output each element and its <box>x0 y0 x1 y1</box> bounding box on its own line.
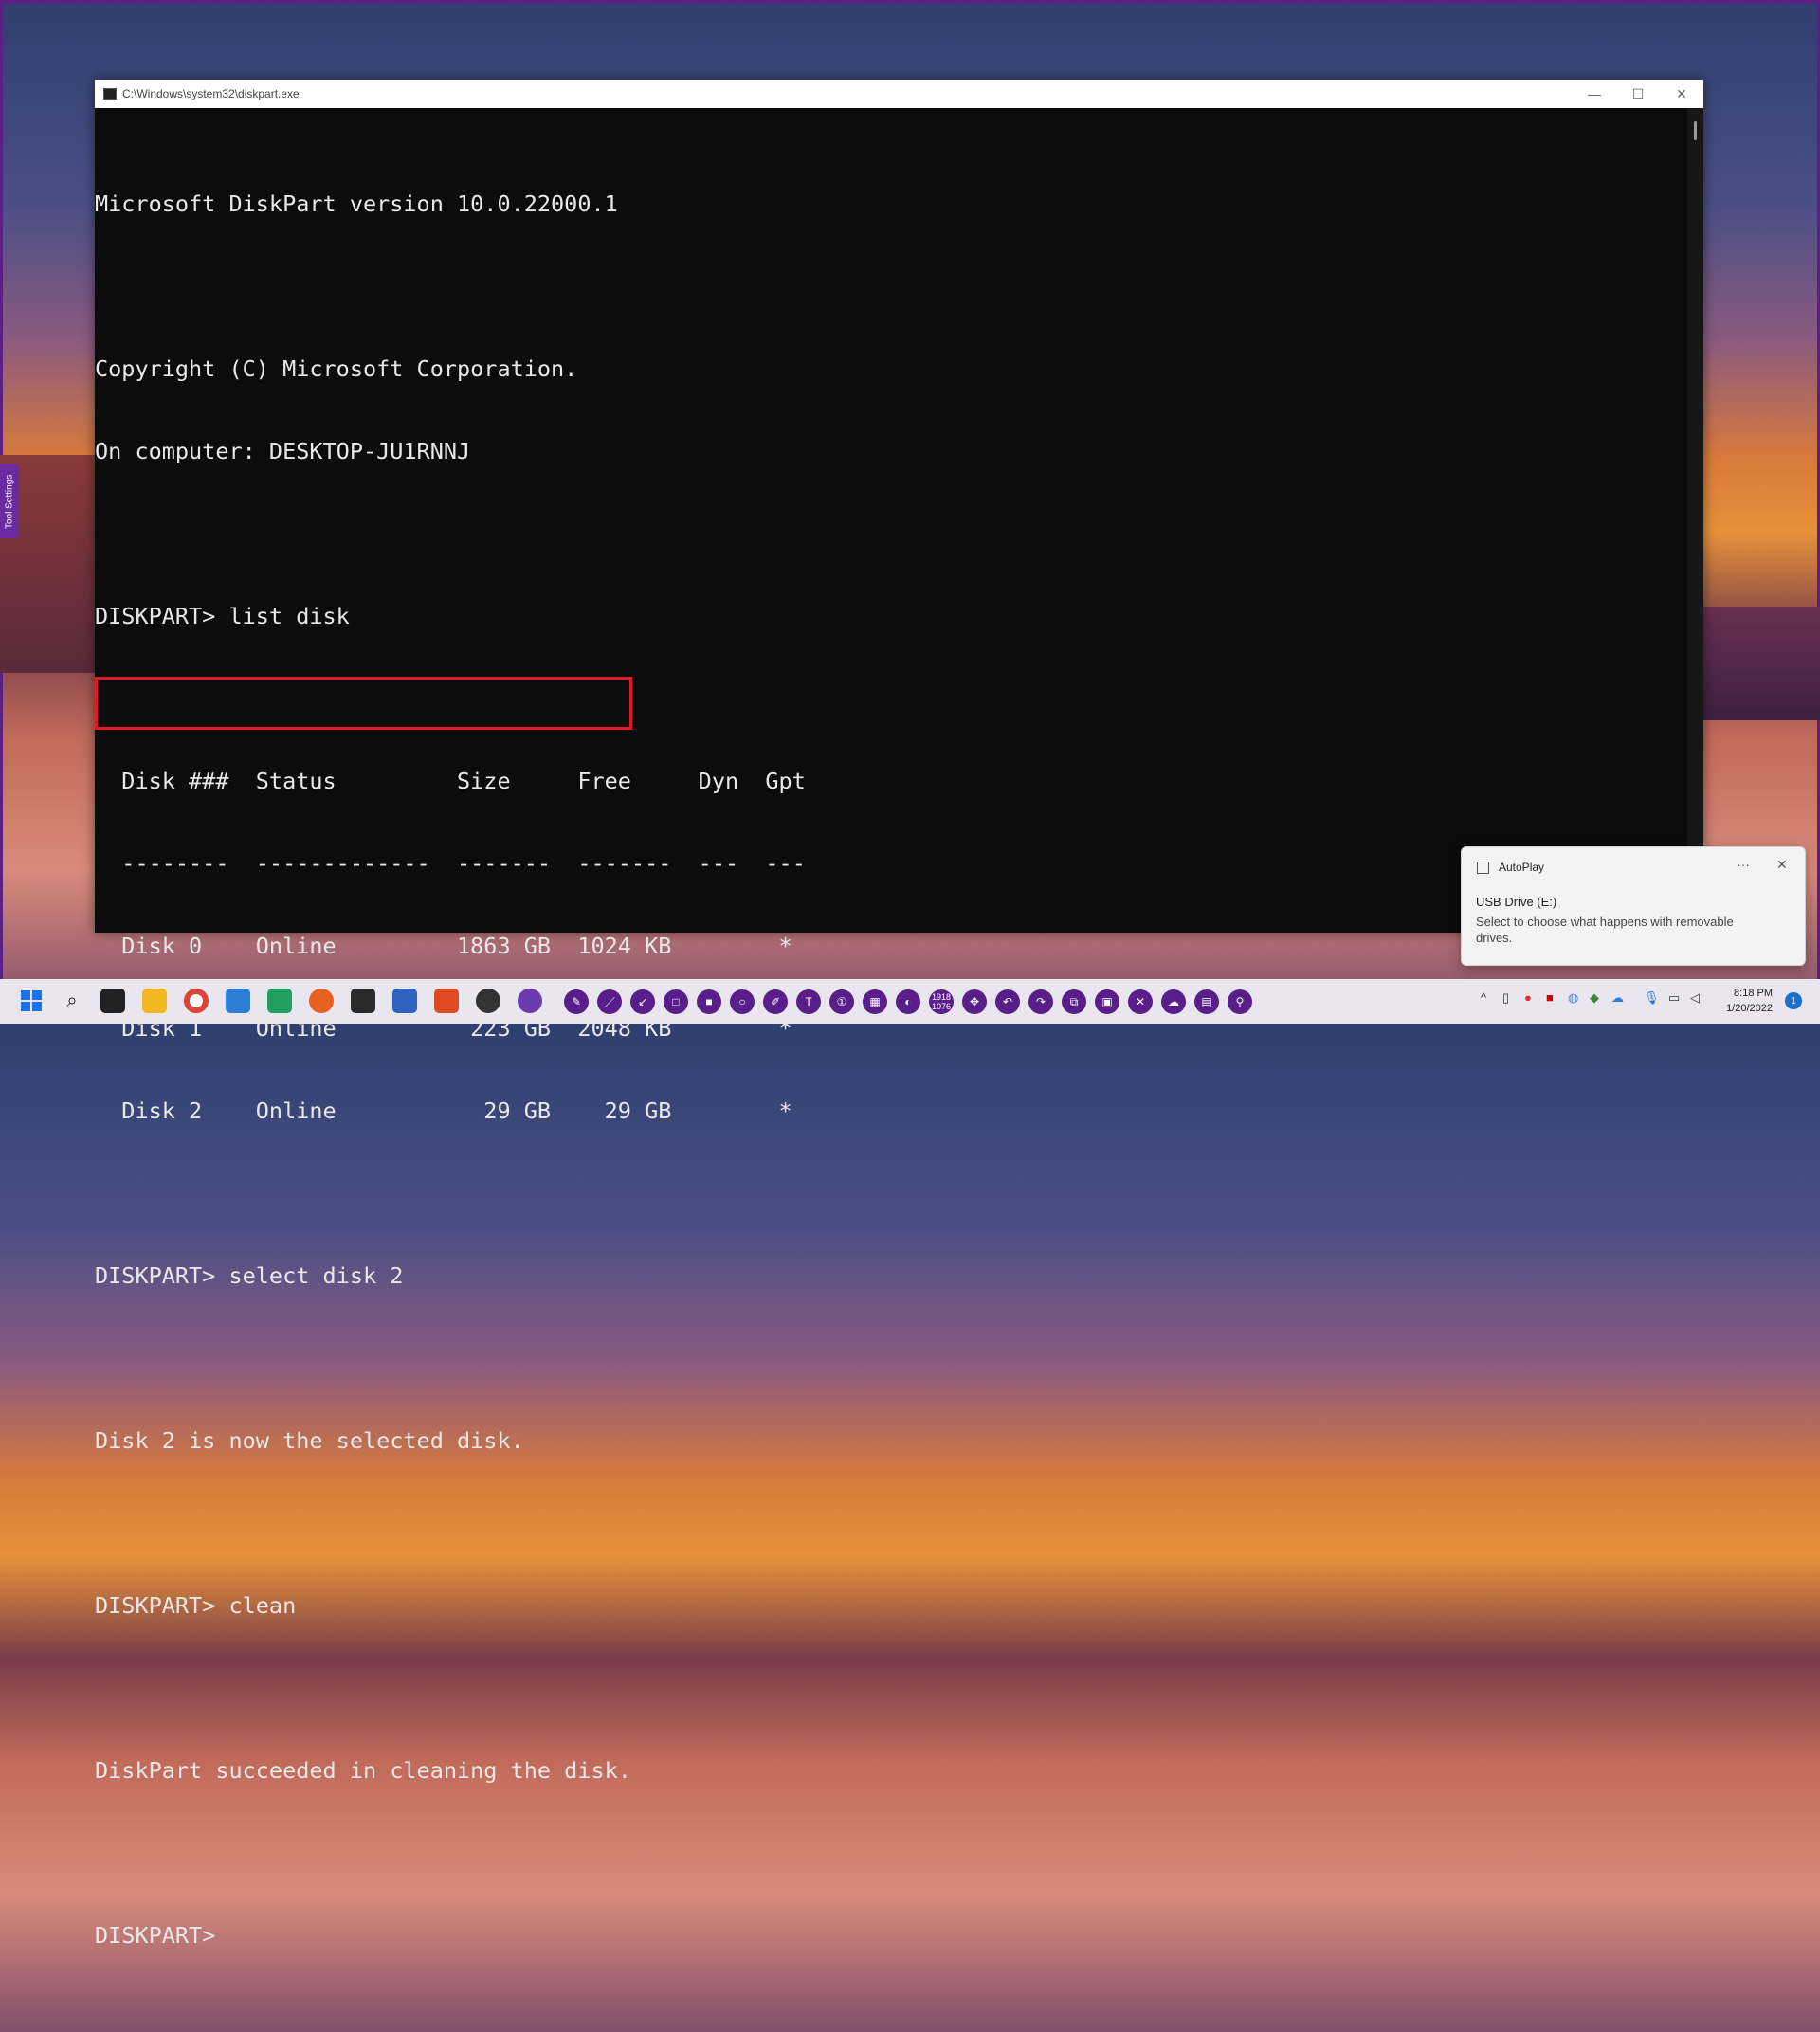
text-tool-icon[interactable]: T <box>796 989 821 1014</box>
counter-tool-icon[interactable]: ① <box>829 989 854 1014</box>
console-line: Disk ### Status Size Free Dyn Gpt <box>95 768 806 794</box>
console-app-icon <box>103 88 117 100</box>
console-line: Disk 0 Online 1863 GB 1024 KB * <box>95 933 792 959</box>
title-bar[interactable]: C:\Windows\system32\diskpart.exe — ☐ ✕ <box>95 80 1703 108</box>
console-prompt[interactable]: DISKPART> <box>95 1922 1687 1950</box>
console-line: DiskPart succeeded in cleaning the disk. <box>95 1757 631 1784</box>
terminal-icon[interactable] <box>351 989 375 1013</box>
more-options-icon[interactable]: ··· <box>1737 857 1750 872</box>
console-line: -------- ------------- ------- ------- -… <box>95 850 806 877</box>
vertical-scrollbar[interactable] <box>1687 108 1703 933</box>
onedrive-icon[interactable]: ☁ <box>1611 990 1624 1006</box>
color-picker-icon[interactable]: ◐ <box>896 989 920 1014</box>
usb-icon[interactable]: ▯ <box>1502 990 1509 1006</box>
undo-icon[interactable]: ↶ <box>995 989 1020 1014</box>
brave-icon[interactable] <box>434 989 459 1013</box>
console-line: DISKPART> clean <box>95 1592 297 1619</box>
clock[interactable]: 8:18 PM 1/20/2022 <box>1718 986 1773 1016</box>
date: 1/20/2022 <box>1726 1003 1773 1014</box>
blur-tool-icon[interactable]: ▦ <box>863 989 887 1014</box>
console-line: On computer: DESKTOP-JU1RNNJ <box>95 438 471 464</box>
network-tray-icon[interactable]: ◍ <box>1568 990 1578 1006</box>
monitor-icon[interactable]: ▭ <box>1668 990 1680 1006</box>
autoplay-notification[interactable]: AutoPlay ··· ✕ USB Drive (E:) Select to … <box>1461 846 1806 966</box>
toast-close-button[interactable]: ✕ <box>1776 857 1788 873</box>
pen-tool-icon[interactable]: ✎ <box>564 989 589 1014</box>
screen-border-top <box>0 0 1820 4</box>
app-tray-icon[interactable]: ● <box>1524 990 1532 1005</box>
upload-icon[interactable]: ☁ <box>1161 989 1186 1014</box>
search-icon[interactable]: ⌕ <box>60 989 84 1013</box>
console-line: Disk 2 is now the selected disk. <box>95 1427 524 1454</box>
redo-icon[interactable]: ↷ <box>1028 989 1053 1014</box>
firefox-icon[interactable] <box>309 989 334 1013</box>
line-tool-icon[interactable]: ／ <box>597 989 622 1014</box>
save-icon[interactable]: ▣ <box>1095 989 1119 1014</box>
arrow-tool-icon[interactable]: ↙ <box>630 989 655 1014</box>
console-output[interactable]: Microsoft DiskPart version 10.0.22000.1 … <box>95 108 1687 1949</box>
notepad-icon[interactable] <box>392 989 417 1013</box>
start-icon[interactable] <box>19 989 44 1013</box>
console-line: Copyright (C) Microsoft Corporation. <box>95 355 578 382</box>
filled-rectangle-tool-icon[interactable]: ■ <box>697 989 721 1014</box>
rectangle-tool-icon[interactable]: □ <box>664 989 688 1014</box>
vscode-icon[interactable] <box>226 989 250 1013</box>
time: 8:18 PM <box>1734 988 1773 999</box>
copy-icon[interactable]: ⧉ <box>1062 989 1086 1014</box>
chevron-up-icon[interactable]: ^ <box>1481 990 1486 1005</box>
maximize-button[interactable]: ☐ <box>1616 80 1660 108</box>
notification-badge[interactable]: 1 <box>1785 992 1802 1009</box>
volume-icon[interactable]: ◁ <box>1690 990 1700 1006</box>
chrome-icon[interactable] <box>184 989 209 1013</box>
file-explorer-icon[interactable] <box>142 989 167 1013</box>
obs-icon[interactable] <box>476 989 500 1013</box>
highlight-box <box>95 677 632 730</box>
toast-body: Select to choose what happens with remov… <box>1476 915 1734 945</box>
move-tool-icon[interactable]: ✥ <box>962 989 987 1014</box>
minimize-button[interactable]: — <box>1573 80 1616 108</box>
taskbar: ⌕ ✎ ／ ↙ □ ■ ○ ✐ T ① ▦ ◐ 1918 1076 ✥ ↶ ↷ … <box>0 979 1820 1024</box>
pin-icon[interactable]: ⚲ <box>1228 989 1252 1014</box>
toast-app-name: AutoPlay <box>1499 861 1545 874</box>
highlighter-tool-icon[interactable]: ✐ <box>763 989 788 1014</box>
github-icon[interactable] <box>518 989 542 1013</box>
cursor-coordinates: 1918 1076 <box>929 989 954 1014</box>
console-line: DISKPART> select disk 2 <box>95 1262 404 1289</box>
scrollbar-thumb[interactable] <box>1694 121 1697 140</box>
console-line: Disk 2 Online 29 GB 29 GB * <box>95 1098 792 1124</box>
console-line: Microsoft DiskPart version 10.0.22000.1 <box>95 190 618 217</box>
console-line: DISKPART> list disk <box>95 603 350 629</box>
toast-title: USB Drive (E:) <box>1476 895 1557 909</box>
microphone-icon[interactable]: 🎙 <box>1644 990 1660 1006</box>
close-button[interactable]: ✕ <box>1660 80 1703 108</box>
autoplay-icon <box>1477 861 1489 874</box>
tool-settings-tab[interactable]: Tool Settings <box>0 464 19 538</box>
app-launcher-icon[interactable]: ▤ <box>1194 989 1219 1014</box>
task-view-icon[interactable] <box>100 989 125 1013</box>
coord-x: 1918 <box>931 992 952 1002</box>
wallpaper-mountain <box>1697 607 1820 720</box>
acrobat-icon[interactable]: ■ <box>1546 990 1554 1005</box>
coord-y: 1076 <box>931 1002 952 1011</box>
vscode-insiders-icon[interactable] <box>267 989 292 1013</box>
defender-icon[interactable]: ◆ <box>1590 990 1599 1006</box>
cancel-icon[interactable]: ✕ <box>1128 989 1153 1014</box>
window-title: C:\Windows\system32\diskpart.exe <box>122 87 300 100</box>
diskpart-window[interactable]: C:\Windows\system32\diskpart.exe — ☐ ✕ M… <box>95 80 1703 1949</box>
ellipse-tool-icon[interactable]: ○ <box>730 989 755 1014</box>
